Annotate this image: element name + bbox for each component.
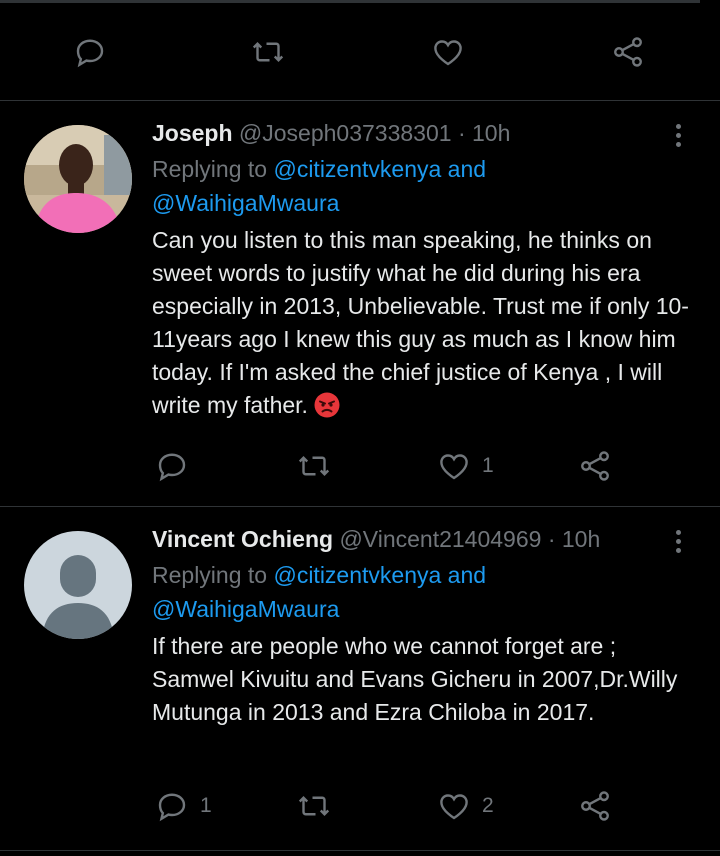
reply-and: and	[441, 156, 487, 182]
reply-button[interactable]	[72, 32, 108, 72]
share-button[interactable]	[577, 446, 613, 486]
top-divider	[0, 0, 700, 3]
share-icon	[614, 37, 642, 67]
tweet-header: Joseph @Joseph037338301 · 10h	[152, 118, 697, 148]
more-options-icon[interactable]	[676, 124, 686, 151]
replying-to: Replying to @citizentvkenya and @WaihigaM…	[152, 558, 697, 626]
reply-icon	[158, 793, 186, 822]
tweet-text: If there are people who we cannot forget…	[152, 633, 678, 725]
like-icon	[440, 454, 468, 480]
reply-count: 1	[200, 794, 212, 817]
retweet-button[interactable]	[296, 786, 332, 826]
username[interactable]: @Joseph037338301	[239, 120, 452, 146]
divider	[0, 850, 720, 851]
like-button[interactable]: 1	[436, 446, 494, 486]
like-count: 1	[482, 454, 494, 477]
replying-prefix: Replying to	[152, 562, 274, 588]
reply-button[interactable]	[154, 446, 200, 486]
more-options-icon[interactable]	[676, 530, 686, 557]
display-name[interactable]: Vincent Ochieng	[152, 526, 333, 552]
retweet-button[interactable]	[296, 446, 332, 486]
retweet-button[interactable]	[250, 32, 286, 72]
default-avatar-icon	[24, 531, 132, 639]
like-icon	[434, 40, 462, 66]
like-button[interactable]	[430, 32, 466, 72]
mention-link-waihigamwaura[interactable]: @WaihigaMwaura	[152, 596, 339, 622]
share-button[interactable]	[577, 786, 613, 826]
tweet-actions: 1	[0, 446, 720, 486]
timestamp[interactable]: · 10h	[458, 120, 510, 146]
reply-button[interactable]: 1	[154, 786, 212, 826]
avatar[interactable]	[24, 125, 132, 233]
tweet-vincent-ochieng[interactable]: Vincent Ochieng @Vincent21404969 · 10h R…	[0, 506, 720, 850]
replying-to: Replying to @citizentvkenya and @WaihigaM…	[152, 152, 697, 220]
reply-icon	[76, 39, 104, 68]
timestamp[interactable]: · 10h	[548, 526, 600, 552]
share-icon	[581, 451, 609, 481]
tweet-actions: 1 2	[0, 786, 720, 826]
mention-link-waihigamwaura[interactable]: @WaihigaMwaura	[152, 190, 339, 216]
retweet-icon	[298, 796, 330, 816]
mention-link-citizentvkenya[interactable]: @citizentvkenya	[273, 562, 441, 588]
share-button[interactable]	[610, 32, 646, 72]
avatar-photo	[24, 125, 132, 233]
like-count: 2	[482, 794, 494, 817]
reply-icon	[158, 453, 186, 482]
mention-link-citizentvkenya[interactable]: @citizentvkenya	[273, 156, 441, 182]
retweet-icon	[298, 456, 330, 476]
tweet-header: Vincent Ochieng @Vincent21404969 · 10h	[152, 524, 697, 554]
replying-prefix: Replying to	[152, 156, 274, 182]
angry-face-emoji	[314, 392, 340, 418]
like-icon	[440, 794, 468, 820]
like-button[interactable]: 2	[436, 786, 494, 826]
display-name[interactable]: Joseph	[152, 120, 233, 146]
retweet-icon	[252, 42, 284, 62]
share-icon	[581, 791, 609, 821]
reply-and: and	[441, 562, 487, 588]
username[interactable]: @Vincent21404969	[339, 526, 541, 552]
tweet-joseph[interactable]: Joseph @Joseph037338301 · 10h Replying t…	[0, 100, 720, 506]
avatar[interactable]	[24, 531, 132, 639]
tweet-text: Can you listen to this man speaking, he …	[152, 224, 697, 422]
previous-tweet-actions	[0, 32, 720, 72]
tweet-body: Can you listen to this man speaking, he …	[152, 227, 689, 418]
